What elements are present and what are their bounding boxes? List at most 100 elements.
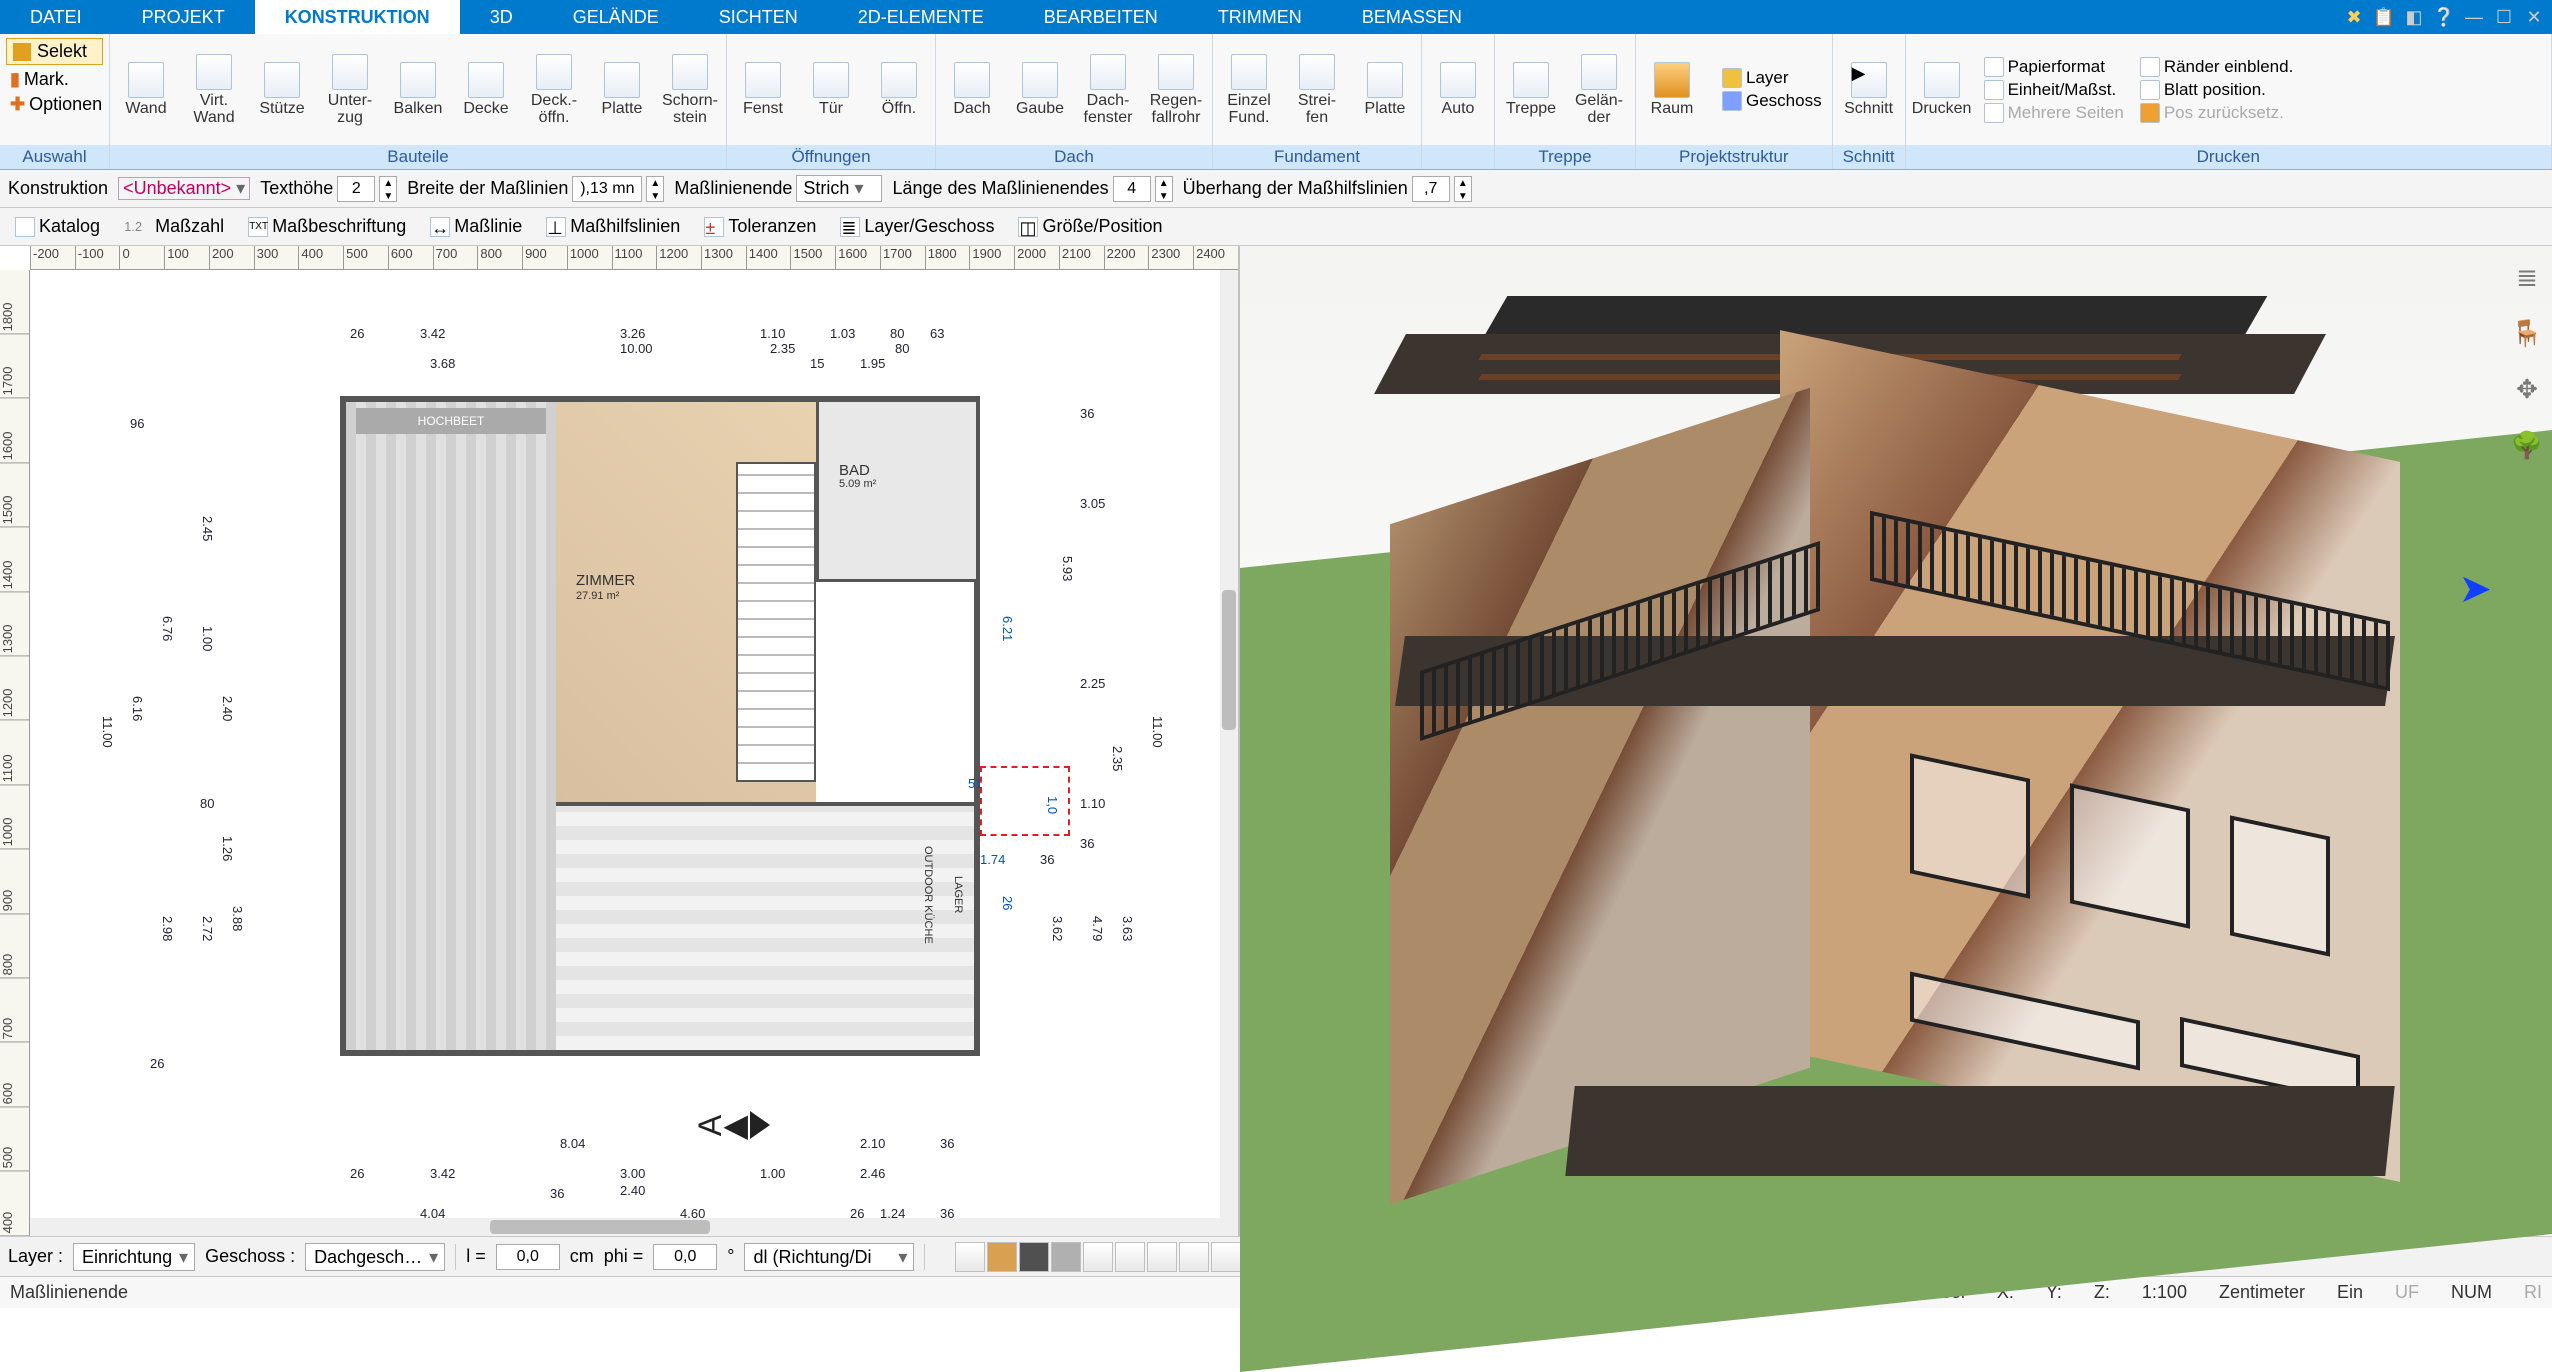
color-fill-icon[interactable] [987, 1242, 1017, 1272]
ueberhang-spinner[interactable]: ▲▼ [1454, 176, 1472, 202]
group-treppe: Treppe [1495, 145, 1635, 169]
layer-dropdown[interactable]: Layer [1716, 67, 1828, 89]
mode-select[interactable]: dl (Richtung/Di [744, 1243, 914, 1271]
layer-select[interactable]: Einrichtung [73, 1243, 195, 1271]
plan-view-2d[interactable]: -200-10001002003004005006007008009001000… [0, 246, 1240, 1236]
laenge-input[interactable] [1113, 176, 1151, 202]
hochbeet-label: HOCHBEET [356, 408, 546, 434]
tree-icon[interactable]: 🌳 [2508, 426, 2546, 464]
platte-button[interactable]: Platte [590, 60, 654, 119]
layer-geschoss-button[interactable]: ≣Layer/Geschoss [833, 213, 1001, 240]
project-dropdown[interactable]: <Unbekannt> [118, 177, 250, 200]
section-marker[interactable]: A◀ [700, 1106, 770, 1144]
regenfallrohr-button[interactable]: Regen- fallrohr [1144, 52, 1208, 128]
minimize-icon[interactable]: — [2462, 5, 2486, 29]
menu-projekt[interactable]: PROJEKT [112, 0, 255, 34]
dash-icon[interactable] [1083, 1242, 1113, 1272]
solid-icon[interactable] [1019, 1242, 1049, 1272]
oeffnung-button[interactable]: Öffn. [867, 60, 931, 119]
deckoeffn-button[interactable]: Deck.- öffn. [522, 52, 586, 128]
unterzug-button[interactable]: Unter- zug [318, 52, 382, 128]
menu-konstruktion[interactable]: KONSTRUKTION [255, 0, 460, 34]
menu-sichten[interactable]: SICHTEN [689, 0, 828, 34]
dach-button[interactable]: Dach [940, 60, 1004, 119]
papierformat-button[interactable]: Papierformat [1978, 56, 2130, 78]
katalog-button[interactable]: Katalog [8, 213, 107, 240]
pos-zurueck-button[interactable]: Pos zurücksetz. [2134, 102, 2299, 124]
dim-toggle-icon[interactable] [1179, 1242, 1209, 1272]
box-icon[interactable] [1211, 1242, 1241, 1272]
text-abc-icon[interactable] [1147, 1242, 1177, 1272]
help-icon[interactable]: ❔ [2432, 5, 2456, 29]
schnitt-button[interactable]: ▶Schnitt [1837, 60, 1901, 119]
orbit-icon[interactable]: ✥ [2508, 370, 2546, 408]
fenster-button[interactable]: Fenst [731, 60, 795, 119]
menu-gelaende[interactable]: GELÄNDE [543, 0, 689, 34]
schornstein-button[interactable]: Schorn- stein [658, 52, 722, 128]
breite-input[interactable] [572, 176, 642, 202]
drucken-button[interactable]: Drucken [1910, 60, 1974, 119]
select-button[interactable]: Selekt [6, 38, 103, 65]
wand-button[interactable]: Wand [114, 60, 178, 119]
menu-trimmen[interactable]: TRIMMEN [1188, 0, 1332, 34]
virt-wand-button[interactable]: Virt. Wand [182, 52, 246, 128]
gelaender-button[interactable]: Gelän- der [1567, 52, 1631, 128]
masslinie-button[interactable]: ↔Maßlinie [423, 213, 529, 240]
masshilfslinien-button[interactable]: ⊥Maßhilfslinien [539, 213, 687, 240]
phi-label: phi = [604, 1246, 644, 1267]
furniture-icon[interactable]: 🪑 [2508, 314, 2546, 352]
balken-button[interactable]: Balken [386, 60, 450, 119]
menu-bemassen[interactable]: BEMASSEN [1332, 0, 1492, 34]
laenge-spinner[interactable]: ▲▼ [1155, 176, 1173, 202]
menu-2d-elemente[interactable]: 2D-ELEMENTE [828, 0, 1014, 34]
phi-input[interactable] [653, 1244, 717, 1270]
dachfenster-button[interactable]: Dach- fenster [1076, 52, 1140, 128]
einheit-button[interactable]: Einheit/Maßst. [1978, 79, 2130, 101]
window-icon[interactable]: ◧ [2402, 5, 2426, 29]
treppe-button[interactable]: Treppe [1499, 60, 1563, 119]
texthoehe-input[interactable] [337, 176, 375, 202]
fund-platte-button[interactable]: Platte [1353, 60, 1417, 119]
tool-icon[interactable]: ✖ [2342, 5, 2366, 29]
blatt-position-button[interactable]: Blatt position. [2134, 79, 2299, 101]
scrollbar-vertical[interactable] [1220, 270, 1238, 1236]
mehrere-seiten-button[interactable]: Mehrere Seiten [1978, 102, 2130, 124]
status-scale: 1:100 [2142, 1282, 2187, 1303]
decke-button[interactable]: Decke [454, 60, 518, 119]
stuetze-button[interactable]: Stütze [250, 60, 314, 119]
menu-3d[interactable]: 3D [460, 0, 543, 34]
wire-icon[interactable] [1115, 1242, 1145, 1272]
geschoss-select[interactable]: Dachgesch… [305, 1243, 445, 1271]
room-bad: BAD 5.09 m² [816, 402, 976, 582]
layers3d-icon[interactable]: ≣ [2508, 258, 2546, 296]
groesse-position-button[interactable]: ◫Größe/Position [1011, 213, 1169, 240]
maximize-icon[interactable]: ☐ [2492, 5, 2516, 29]
breite-spinner[interactable]: ▲▼ [646, 176, 664, 202]
l-input[interactable] [496, 1244, 560, 1270]
tuer-button[interactable]: Tür [799, 60, 863, 119]
optionen-button[interactable]: ✚Optionen [4, 92, 105, 117]
grey-icon[interactable] [1051, 1242, 1081, 1272]
hatch-icon[interactable] [955, 1242, 985, 1272]
raum-button[interactable]: Raum [1640, 60, 1704, 119]
streifen-button[interactable]: Strei- fen [1285, 52, 1349, 128]
clipboard-icon[interactable]: 📋 [2372, 5, 2396, 29]
scrollbar-horizontal[interactable] [30, 1218, 1220, 1236]
raender-button[interactable]: Ränder einblend. [2134, 56, 2299, 78]
einzelfund-button[interactable]: Einzel Fund. [1217, 52, 1281, 128]
menu-datei[interactable]: DATEI [0, 0, 112, 34]
massbeschriftung-button[interactable]: TXTMaßbeschriftung [241, 213, 413, 240]
masszahl-button[interactable]: 1.2 Maßzahl [117, 213, 231, 240]
ueberhang-input[interactable] [1412, 176, 1450, 202]
menu-bearbeiten[interactable]: BEARBEITEN [1014, 0, 1188, 34]
auto-button[interactable]: Auto [1426, 60, 1490, 119]
toleranzen-button[interactable]: ±Toleranzen [697, 213, 823, 240]
close-icon[interactable]: ✕ [2522, 5, 2546, 29]
gaube-button[interactable]: Gaube [1008, 60, 1072, 119]
mark-dropdown[interactable]: ▮Mark. [4, 67, 105, 92]
strich-dropdown[interactable]: Strich [796, 175, 882, 202]
view-3d[interactable]: ➤ ≣ 🪑 ✥ 🌳 [1240, 246, 2552, 1236]
texthoehe-spinner[interactable]: ▲▼ [379, 176, 397, 202]
status-z: Z: [2094, 1282, 2110, 1303]
geschoss-dropdown[interactable]: Geschoss [1716, 90, 1828, 112]
